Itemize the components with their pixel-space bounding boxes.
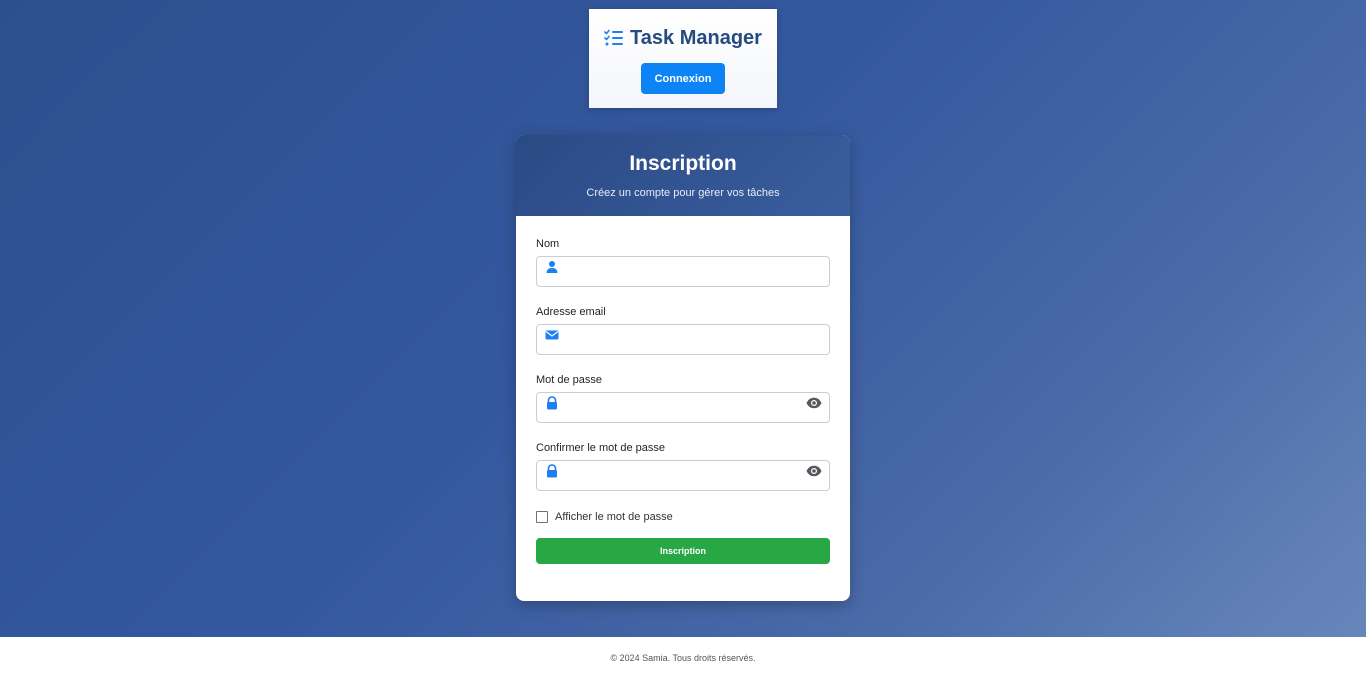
email-label: Adresse email [536, 306, 606, 318]
signup-card: Inscription Créez un compte pour gérer v… [516, 135, 850, 601]
show-password-label: Afficher le mot de passe [555, 511, 673, 523]
brand: Task Manager [589, 26, 777, 50]
email-input[interactable] [567, 325, 797, 354]
confirm-password-field[interactable] [536, 460, 830, 491]
lock-icon [547, 396, 557, 410]
user-icon [546, 261, 558, 273]
envelope-icon [545, 330, 559, 340]
name-field[interactable] [536, 256, 830, 287]
show-password-checkbox[interactable] [536, 511, 548, 523]
task-list-icon [604, 29, 624, 46]
confirm-password-label: Confirmer le mot de passe [536, 442, 665, 454]
login-button[interactable]: Connexion [641, 63, 725, 94]
form-subtitle: Créez un compte pour gérer vos tâches [586, 187, 780, 199]
footer-text: © 2024 Samia. Tous droits réservés. [610, 653, 756, 663]
password-input[interactable] [567, 393, 797, 422]
password-label: Mot de passe [536, 374, 603, 386]
card-header: Inscription Créez un compte pour gérer v… [516, 135, 850, 216]
brand-header: Task Manager Connexion [589, 9, 777, 108]
email-field[interactable] [536, 324, 830, 355]
show-password-toggle[interactable]: Afficher le mot de passe [536, 510, 673, 524]
eye-icon[interactable] [806, 464, 822, 478]
lock-icon [547, 464, 557, 478]
form-title: Inscription [629, 152, 737, 175]
footer: © 2024 Samia. Tous droits réservés. [0, 637, 1366, 679]
brand-title: Task Manager [630, 26, 762, 49]
confirm-password-input[interactable] [567, 461, 797, 490]
password-field[interactable] [536, 392, 830, 423]
signup-button[interactable]: Inscription [536, 538, 830, 564]
name-label: Nom [536, 238, 560, 250]
name-input[interactable] [567, 257, 797, 286]
eye-icon[interactable] [806, 396, 822, 410]
